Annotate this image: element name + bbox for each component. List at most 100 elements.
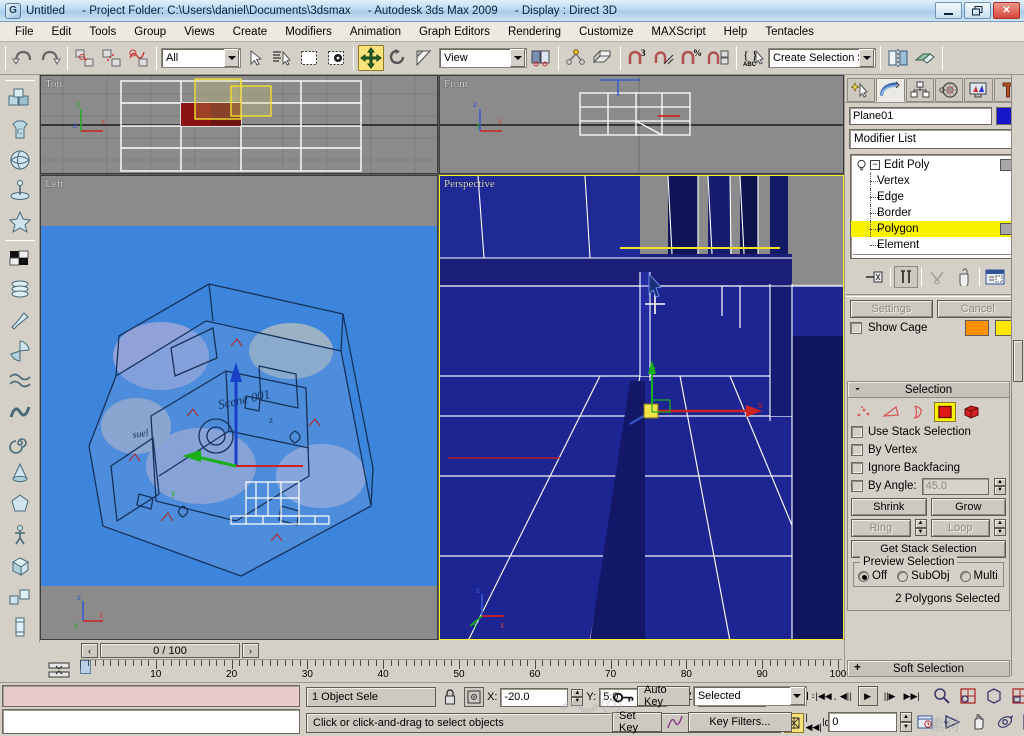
- by-vertex-row[interactable]: By Vertex: [851, 441, 1006, 459]
- zoom-region-icon[interactable]: [1009, 685, 1024, 707]
- set-key-button[interactable]: Set Key: [612, 710, 662, 734]
- create-tab[interactable]: [847, 77, 876, 102]
- current-frame-spinner[interactable]: ▲ ▼: [900, 712, 912, 732]
- track-bar-ruler[interactable]: 10 20 30 40 50 60 70 80 90 100: [80, 659, 846, 681]
- select-and-rotate-icon[interactable]: [385, 45, 411, 71]
- auto-key-button[interactable]: Auto Key: [637, 684, 690, 708]
- configure-sets-icon[interactable]: [983, 266, 1007, 288]
- preview-subobj-radio[interactable]: [897, 570, 909, 582]
- display-tab[interactable]: [964, 77, 993, 102]
- zoom-all-icon[interactable]: [957, 685, 979, 707]
- play-animation-button[interactable]: ▶: [857, 686, 878, 706]
- key-filters-button[interactable]: Key Filters...: [688, 712, 792, 732]
- ignore-backfacing-row[interactable]: Ignore Backfacing: [851, 459, 1006, 477]
- fan-tool-icon[interactable]: [3, 336, 37, 366]
- set-key-filters-curve-icon[interactable]: [665, 711, 685, 733]
- bucket-tool-icon[interactable]: [3, 582, 37, 612]
- goto-end-button[interactable]: ▶▶|: [901, 686, 922, 706]
- edit-named-selection-sets-icon[interactable]: { } ABC: [741, 45, 767, 71]
- shrink-button[interactable]: Shrink: [851, 498, 927, 516]
- by-angle-spinner[interactable]: ▲ ▼: [994, 477, 1006, 495]
- goto-start-button[interactable]: |◀◀: [813, 686, 834, 706]
- polygon-tool-icon[interactable]: [3, 489, 37, 519]
- align-icon[interactable]: [912, 45, 938, 71]
- mirror-icon[interactable]: [885, 45, 911, 71]
- cancel-button[interactable]: Cancel: [936, 300, 1019, 318]
- menu-edit[interactable]: Edit: [43, 24, 81, 40]
- hierarchy-tab[interactable]: [905, 77, 934, 102]
- menu-tools[interactable]: Tools: [80, 24, 125, 40]
- border-subobject-icon[interactable]: [907, 402, 929, 422]
- sphere-tool-icon[interactable]: [3, 145, 37, 175]
- chevron-down-icon[interactable]: [224, 49, 239, 67]
- key-selection-filter[interactable]: Selected: [692, 686, 807, 706]
- box-open-icon[interactable]: [3, 551, 37, 581]
- element-subobject-icon[interactable]: [961, 402, 983, 422]
- selection-lock-icon[interactable]: [439, 686, 461, 708]
- menu-customize[interactable]: Customize: [570, 24, 642, 40]
- window-crossing-icon[interactable]: [323, 45, 349, 71]
- reference-coordinate-system[interactable]: View: [439, 48, 527, 68]
- preview-off-radio[interactable]: [858, 570, 869, 582]
- show-end-result-icon[interactable]: [893, 266, 918, 288]
- star-tool-icon[interactable]: [3, 207, 37, 237]
- chevron-down-icon[interactable]: [859, 49, 874, 67]
- preview-subobj-radio-row[interactable]: SubObj: [897, 570, 950, 582]
- expand-collapse-icon[interactable]: −: [870, 160, 880, 170]
- zoom-icon[interactable]: [931, 685, 953, 707]
- helix-tool-icon[interactable]: [3, 274, 37, 304]
- trash-icon[interactable]: [952, 266, 976, 288]
- menu-graph-editors[interactable]: Graph Editors: [410, 24, 499, 40]
- by-angle-row[interactable]: By Angle: 45.0 ▲ ▼: [851, 477, 1006, 495]
- maxscript-entry-white[interactable]: [2, 709, 300, 734]
- x-coordinate-field[interactable]: -20.0: [500, 687, 569, 707]
- checker-material-icon[interactable]: [3, 244, 37, 274]
- modify-tab[interactable]: [876, 77, 905, 102]
- pan-view-icon[interactable]: [968, 711, 990, 733]
- stack-row-plane[interactable]: Plane: [851, 256, 1018, 258]
- modifier-stack[interactable]: − Edit Poly Vertex Edge Border Polygon E…: [850, 154, 1019, 259]
- motion-tab[interactable]: [934, 77, 964, 102]
- bind-to-space-warp-icon[interactable]: [126, 45, 152, 71]
- stack-row-polygon[interactable]: Polygon: [851, 221, 1018, 237]
- x-spinner[interactable]: ▲ ▼: [571, 688, 584, 706]
- next-frame-arrow[interactable]: ›: [242, 643, 259, 658]
- stack-row-element[interactable]: Element: [851, 237, 1018, 253]
- use-stack-selection-row[interactable]: Use Stack Selection: [851, 423, 1006, 441]
- menu-rendering[interactable]: Rendering: [499, 24, 570, 40]
- scrollbar-thumb[interactable]: [1013, 340, 1023, 382]
- menu-help[interactable]: Help: [715, 24, 757, 40]
- arc-rotate-icon[interactable]: [994, 711, 1016, 733]
- named-selection-set[interactable]: Create Selection Set: [768, 48, 876, 68]
- polygon-subobject-icon[interactable]: [934, 402, 956, 422]
- modifier-list-dropdown[interactable]: Modifier List: [849, 129, 1020, 149]
- maxscript-prompt-pink[interactable]: [2, 685, 300, 707]
- preview-multi-radio-row[interactable]: Multi: [959, 570, 998, 582]
- pin-icon[interactable]: [863, 266, 887, 288]
- by-angle-checkbox[interactable]: [851, 480, 863, 492]
- 3d-snap-icon[interactable]: 3: [625, 45, 651, 71]
- stack-row-border[interactable]: Border: [851, 205, 1018, 221]
- spinner-tool-icon[interactable]: [3, 176, 37, 206]
- loop-spinner[interactable]: ▲ ▼: [994, 519, 1006, 536]
- cone-tool-icon[interactable]: [3, 459, 37, 489]
- grow-button[interactable]: Grow: [930, 498, 1006, 516]
- redo-icon[interactable]: [37, 45, 63, 71]
- viewport-top[interactable]: y z x Top: [40, 75, 438, 174]
- key-mode-toggle-button[interactable]: |◀◀|: [804, 712, 824, 732]
- select-and-uniform-scale-icon[interactable]: [412, 45, 438, 71]
- stack-row-vertex[interactable]: Vertex: [851, 173, 1018, 189]
- unlink-selection-icon[interactable]: [99, 45, 125, 71]
- undo-icon[interactable]: [10, 45, 36, 71]
- column-tool-icon[interactable]: [3, 612, 37, 642]
- menu-file[interactable]: File: [6, 24, 43, 40]
- object-name-field[interactable]: Plane01: [849, 107, 992, 125]
- current-frame-field[interactable]: 0 / 100: [100, 643, 240, 658]
- wave-tool-icon[interactable]: [3, 366, 37, 396]
- use-stack-selection-checkbox[interactable]: [851, 426, 863, 438]
- stack-row-edit-poly[interactable]: − Edit Poly: [851, 157, 1018, 173]
- current-frame-input[interactable]: 0: [828, 712, 898, 732]
- next-frame-button[interactable]: ||▶: [879, 686, 900, 706]
- time-slider-handle[interactable]: [80, 660, 91, 674]
- viewport-left[interactable]: Scene 001 suel z y z y x Left: [40, 175, 438, 640]
